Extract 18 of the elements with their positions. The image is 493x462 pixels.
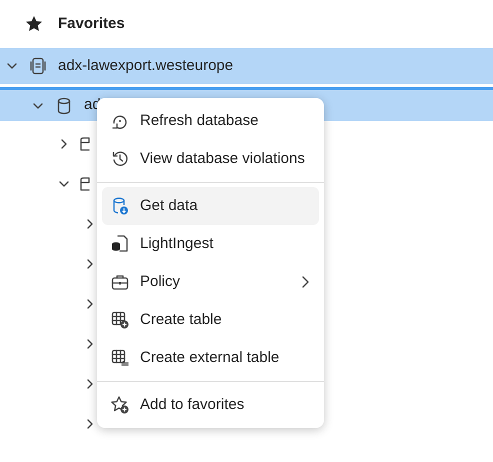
menu-item[interactable]: Create external table [102,339,319,377]
menu-item[interactable]: Add to favorites [102,386,319,424]
menu-item[interactable]: Refresh database [102,102,319,140]
menu-item[interactable]: View database violations [102,140,319,178]
star-add-icon [110,395,130,415]
menu-item[interactable]: Policy [102,263,319,301]
table-link-icon [110,348,130,368]
database-file-icon [110,234,130,254]
star-icon [24,14,44,34]
folder-icon [80,176,90,192]
favorites-heading: Favorites [58,14,125,34]
table-add-icon [110,310,130,330]
history-icon [110,149,130,169]
menu-item[interactable]: Create table [102,301,319,339]
menu-item[interactable]: Get data [102,187,319,225]
server-icon [28,56,48,76]
menu-item[interactable]: LightIngest [102,225,319,263]
folder-icon [80,136,90,152]
